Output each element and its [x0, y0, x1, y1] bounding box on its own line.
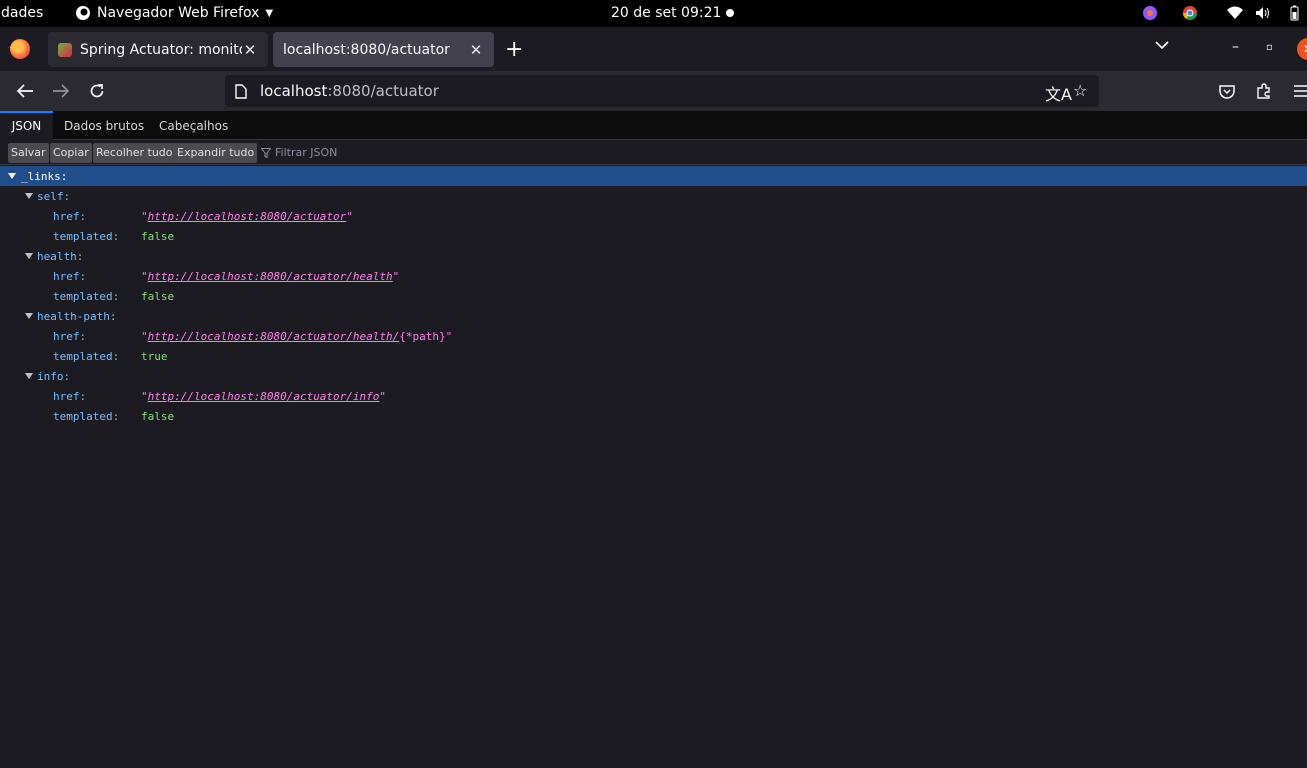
tab-strip: Spring Actuator: monitor ✕ localhost:808…: [0, 27, 1307, 71]
json-key: href:: [53, 330, 87, 343]
tree-row-href[interactable]: href: "http://localhost:8080/actuator/he…: [0, 266, 1307, 286]
wifi-icon[interactable]: [1225, 3, 1245, 23]
tree-row-info[interactable]: info:: [0, 366, 1307, 386]
navigation-toolbar: localhost:8080/actuator 文A ☆: [0, 71, 1307, 111]
system-tray[interactable]: [1140, 3, 1307, 23]
expand-arrow-icon[interactable]: [25, 193, 33, 199]
json-key: self:: [37, 190, 71, 203]
firefox-app-icon: [76, 6, 90, 20]
json-string-value: "http://localhost:8080/actuator/health/{…: [141, 330, 453, 343]
expand-arrow-icon[interactable]: [8, 173, 16, 179]
json-key: templated:: [53, 350, 120, 363]
filter-funnel-icon: [261, 147, 271, 158]
href-link[interactable]: http://localhost:8080/actuator/info: [148, 390, 380, 403]
app-menu[interactable]: Navegador Web Firefox ▼: [75, 5, 273, 21]
collapse-all-button[interactable]: Recolher tudo: [93, 143, 176, 163]
chrome-tray-icon[interactable]: [1180, 3, 1200, 23]
href-link[interactable]: http://localhost:8080/actuator/health: [148, 270, 393, 283]
battery-icon[interactable]: [1281, 3, 1307, 23]
tree-row-templated[interactable]: templated: true: [0, 346, 1307, 366]
tree-row-links[interactable]: _links:: [0, 166, 1307, 186]
new-tab-plus-icon[interactable]: +: [505, 37, 523, 62]
expand-all-button[interactable]: Expandir tudo: [174, 143, 258, 163]
tree-row-href[interactable]: href: "http://localhost:8080/actuator/in…: [0, 386, 1307, 406]
json-key: _links:: [21, 170, 68, 183]
json-string-value: "http://localhost:8080/actuator/health": [141, 270, 400, 283]
tree-row-self[interactable]: self:: [0, 186, 1307, 206]
clock[interactable]: 20 de set 09:21: [611, 5, 721, 21]
window-close-icon[interactable]: ✕: [1297, 38, 1307, 60]
hamburger-menu-icon[interactable]: [1290, 80, 1307, 102]
reload-icon[interactable]: [86, 80, 108, 102]
expand-arrow-icon[interactable]: [25, 253, 33, 259]
json-key: health-path:: [37, 310, 117, 323]
tab-raw-data[interactable]: Dados brutos: [64, 111, 144, 140]
json-key: templated:: [53, 410, 120, 423]
json-key: templated:: [53, 290, 120, 303]
app-name: Navegador Web Firefox: [97, 5, 260, 21]
json-key: href:: [53, 270, 87, 283]
json-key: health:: [37, 250, 84, 263]
filter-placeholder: Filtrar JSON: [275, 146, 338, 159]
expand-arrow-icon[interactable]: [25, 313, 33, 319]
bookmark-star-icon[interactable]: ☆: [1073, 81, 1087, 100]
translate-icon[interactable]: 文A: [1045, 81, 1072, 105]
list-all-tabs-chevron-icon[interactable]: [1155, 38, 1169, 54]
forward-arrow-icon[interactable]: [50, 80, 72, 102]
spring-favicon-icon: [58, 42, 72, 57]
tree-row-templated[interactable]: templated: false: [0, 226, 1307, 246]
json-boolean-value: true: [141, 350, 168, 363]
close-tab-icon[interactable]: ✕: [242, 41, 258, 59]
filter-json-input[interactable]: Filtrar JSON: [261, 146, 337, 159]
extensions-puzzle-icon[interactable]: [1253, 80, 1275, 102]
expand-arrow-icon[interactable]: [25, 373, 33, 379]
tab-localhost-actuator[interactable]: localhost:8080/actuator ✕: [273, 32, 494, 67]
json-boolean-value: false: [141, 410, 175, 423]
tree-row-health[interactable]: health:: [0, 246, 1307, 266]
json-string-value: "http://localhost:8080/actuator/info": [141, 390, 387, 403]
url-text[interactable]: localhost:8080/actuator: [260, 82, 439, 100]
pocket-icon[interactable]: [1216, 80, 1238, 102]
tab-title: Spring Actuator: monitor: [80, 41, 242, 58]
close-tab-icon[interactable]: ✕: [468, 41, 484, 59]
tree-row-templated[interactable]: templated: false: [0, 406, 1307, 426]
tab-title: localhost:8080/actuator: [283, 41, 450, 58]
href-link[interactable]: http://localhost:8080/actuator/health/: [148, 330, 400, 343]
minimize-icon[interactable]: –: [1232, 39, 1239, 55]
page-info-icon[interactable]: [234, 83, 248, 99]
href-link[interactable]: http://localhost:8080/actuator: [148, 210, 347, 223]
json-key: templated:: [53, 230, 120, 243]
json-key: href:: [53, 390, 87, 403]
back-arrow-icon[interactable]: [14, 80, 36, 102]
json-boolean-value: false: [141, 290, 175, 303]
firefox-dev-tray-icon[interactable]: [1140, 3, 1160, 23]
system-top-bar: dades Navegador Web Firefox ▼ 20 de set …: [0, 0, 1307, 27]
maximize-icon[interactable]: ▫: [1266, 42, 1273, 53]
tab-json[interactable]: JSON: [0, 111, 53, 140]
json-viewer-tabs: JSON Dados brutos Cabeçalhos: [0, 111, 1307, 140]
json-string-value: "http://localhost:8080/actuator": [141, 210, 353, 223]
chevron-down-icon: ▼: [265, 7, 274, 19]
json-key: info:: [37, 370, 71, 383]
activities-button[interactable]: dades: [1, 5, 43, 21]
tab-spring-actuator[interactable]: Spring Actuator: monitor ✕: [48, 32, 268, 67]
tree-row-health-path[interactable]: health-path:: [0, 306, 1307, 326]
save-button[interactable]: Salvar: [8, 143, 49, 163]
json-boolean-value: false: [141, 230, 175, 243]
tree-row-href[interactable]: href: "http://localhost:8080/actuator/he…: [0, 326, 1307, 346]
copy-button[interactable]: Copiar: [50, 143, 92, 163]
json-toolbar: Salvar Copiar Recolher tudo Expandir tud…: [0, 140, 1307, 165]
url-bar[interactable]: localhost:8080/actuator 文A ☆: [225, 75, 1099, 107]
tree-row-href[interactable]: href: "http://localhost:8080/actuator": [0, 206, 1307, 226]
notification-dot-icon: [726, 9, 734, 17]
json-key: href:: [53, 210, 87, 223]
tree-row-templated[interactable]: templated: false: [0, 286, 1307, 306]
volume-icon[interactable]: [1253, 3, 1273, 23]
firefox-view-icon[interactable]: [10, 39, 30, 59]
tab-headers[interactable]: Cabeçalhos: [159, 111, 228, 140]
